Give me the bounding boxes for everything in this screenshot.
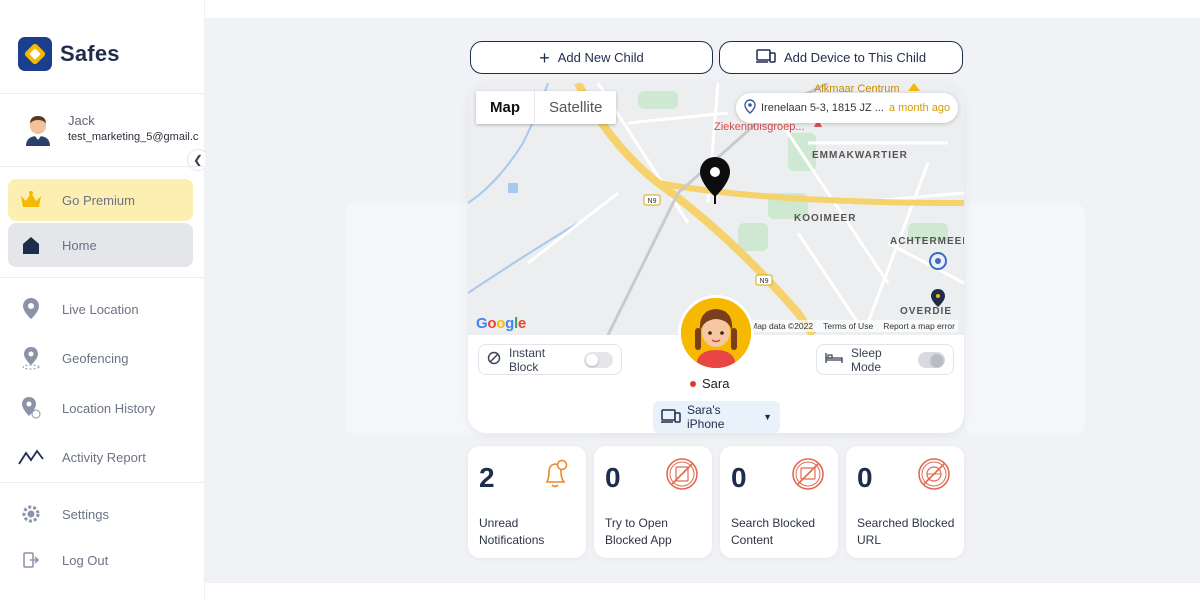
child-name-row: Sara	[690, 376, 729, 391]
last-seen-time: a month ago	[888, 102, 951, 114]
avatar	[20, 110, 56, 146]
nav-label: Location History	[62, 400, 156, 416]
blocked-url-icon	[916, 456, 952, 492]
sidebar-item-home[interactable]: Home	[8, 223, 193, 267]
add-new-child-button[interactable]: + Add New Child	[470, 41, 713, 74]
devices-icon	[755, 49, 776, 66]
app-logo[interactable]: Safes	[18, 37, 120, 71]
caret-down-icon: ▼	[763, 412, 772, 422]
safes-logo-icon	[18, 37, 52, 71]
location-history-icon	[18, 395, 44, 421]
stat-label: Try to Open Blocked App	[605, 516, 672, 547]
user-email: test_marketing_5@gmail.c	[68, 131, 198, 143]
location-pin-icon	[744, 99, 756, 117]
sidebar-item-settings[interactable]: Settings	[8, 493, 193, 535]
divider	[0, 93, 205, 94]
go-premium-button[interactable]: Go Premium	[8, 179, 193, 221]
app-name: Safes	[60, 41, 120, 66]
tab-map[interactable]: Map	[476, 91, 534, 124]
selected-device: Sara's iPhone	[687, 403, 725, 431]
offline-status-icon	[690, 380, 696, 387]
button-label: Add New Child	[557, 50, 644, 65]
geofence-icon	[18, 345, 44, 371]
instant-block-control: Instant Block	[478, 344, 622, 375]
map-label: ACHTERMEER	[890, 236, 964, 247]
nav-label: Geofencing	[62, 350, 129, 366]
sidebar: Safes Jack test_marketing_5@gmail.c ❮ Go…	[0, 0, 209, 600]
nav-label: Settings	[62, 506, 109, 522]
blocked-app-icon	[664, 456, 700, 492]
logout-button[interactable]: Log Out	[8, 539, 193, 581]
map-type-toggle: Map Satellite	[476, 91, 617, 124]
chevron-left-icon: ❮	[192, 153, 204, 167]
bed-icon	[825, 352, 843, 367]
plus-icon: +	[539, 47, 550, 68]
home-icon	[18, 232, 44, 258]
stat-label: Search Blocked Content	[731, 516, 816, 547]
block-icon	[487, 351, 501, 368]
sidebar-item-location-history[interactable]: Location History	[8, 387, 193, 429]
bell-icon	[538, 456, 574, 492]
report-map-error-link[interactable]: Report a map error	[883, 321, 955, 331]
background-child-card	[965, 203, 1085, 435]
nav-label: Log Out	[62, 552, 109, 568]
crown-icon	[18, 187, 44, 213]
sleep-mode-toggle[interactable]	[917, 351, 945, 368]
terms-link[interactable]: Terms of Use	[823, 321, 873, 331]
google-logo: Google	[476, 315, 526, 332]
nav-label: Live Location	[62, 301, 139, 317]
nav-label: Activity Report	[62, 449, 146, 465]
stat-value: 0	[731, 462, 747, 493]
activity-chart-icon	[18, 444, 44, 470]
tab-satellite[interactable]: Satellite	[534, 91, 616, 124]
road-label: N9	[648, 198, 657, 205]
last-location-pill[interactable]: Irenelaan 5-3, 1815 JZ ... a month ago	[736, 93, 959, 123]
divider	[0, 482, 205, 483]
child-avatar[interactable]	[678, 295, 754, 371]
stat-value: 0	[605, 462, 621, 493]
stat-label: Searched Blocked URL	[857, 516, 955, 547]
devices-icon	[661, 408, 681, 426]
sidebar-item-live-location[interactable]: Live Location	[8, 288, 193, 330]
sidebar-item-geofencing[interactable]: Geofencing	[8, 337, 193, 379]
sleep-mode-label: Sleep Mode	[851, 345, 882, 374]
sidebar-item-activity-report[interactable]: Activity Report	[8, 436, 193, 478]
gear-icon	[18, 501, 44, 527]
user-profile[interactable]: Jack test_marketing_5@gmail.c	[20, 110, 198, 146]
map-data-credit: Map data ©2022	[750, 321, 814, 331]
stat-card-blocked-app[interactable]: 0 Try to Open Blocked App	[594, 446, 712, 558]
divider	[0, 277, 205, 278]
stat-card-notifications[interactable]: 2 Unread Notifications	[468, 446, 586, 558]
nav-label: Go Premium	[62, 192, 135, 208]
stat-card-blocked-url[interactable]: 0 Searched Blocked URL	[846, 446, 964, 558]
nav-label: Home	[62, 237, 97, 253]
child-name: Sara	[702, 376, 730, 391]
instant-block-label: Instant Block	[509, 345, 546, 374]
stat-card-blocked-content[interactable]: 0 Search Blocked Content	[720, 446, 838, 558]
instant-block-toggle[interactable]	[583, 351, 613, 368]
stat-value: 0	[857, 462, 873, 493]
add-device-button[interactable]: Add Device to This Child	[719, 41, 963, 74]
stat-label: Unread Notifications	[479, 516, 545, 547]
divider	[0, 166, 205, 167]
map-label: EMMAKWARTIER	[812, 150, 908, 161]
user-name: Jack	[68, 113, 95, 128]
device-selector[interactable]: Sara's iPhone ▼	[653, 401, 780, 433]
location-pin-icon	[18, 296, 44, 322]
blocked-content-icon	[790, 456, 826, 492]
button-label: Add Device to This Child	[783, 50, 927, 65]
map-label: KOOIMEER	[794, 213, 857, 224]
sleep-mode-control: Sleep Mode	[816, 344, 954, 375]
child-card: N9 N9 Alkmaar Centrum Ziekennuisgroep...…	[468, 83, 964, 433]
road-label: N9	[760, 278, 769, 285]
last-address: Irenelaan 5-3, 1815 JZ ...	[761, 102, 884, 114]
logout-icon	[18, 547, 44, 573]
stat-value: 2	[479, 462, 495, 493]
map-label: OVERDIE	[900, 306, 953, 317]
